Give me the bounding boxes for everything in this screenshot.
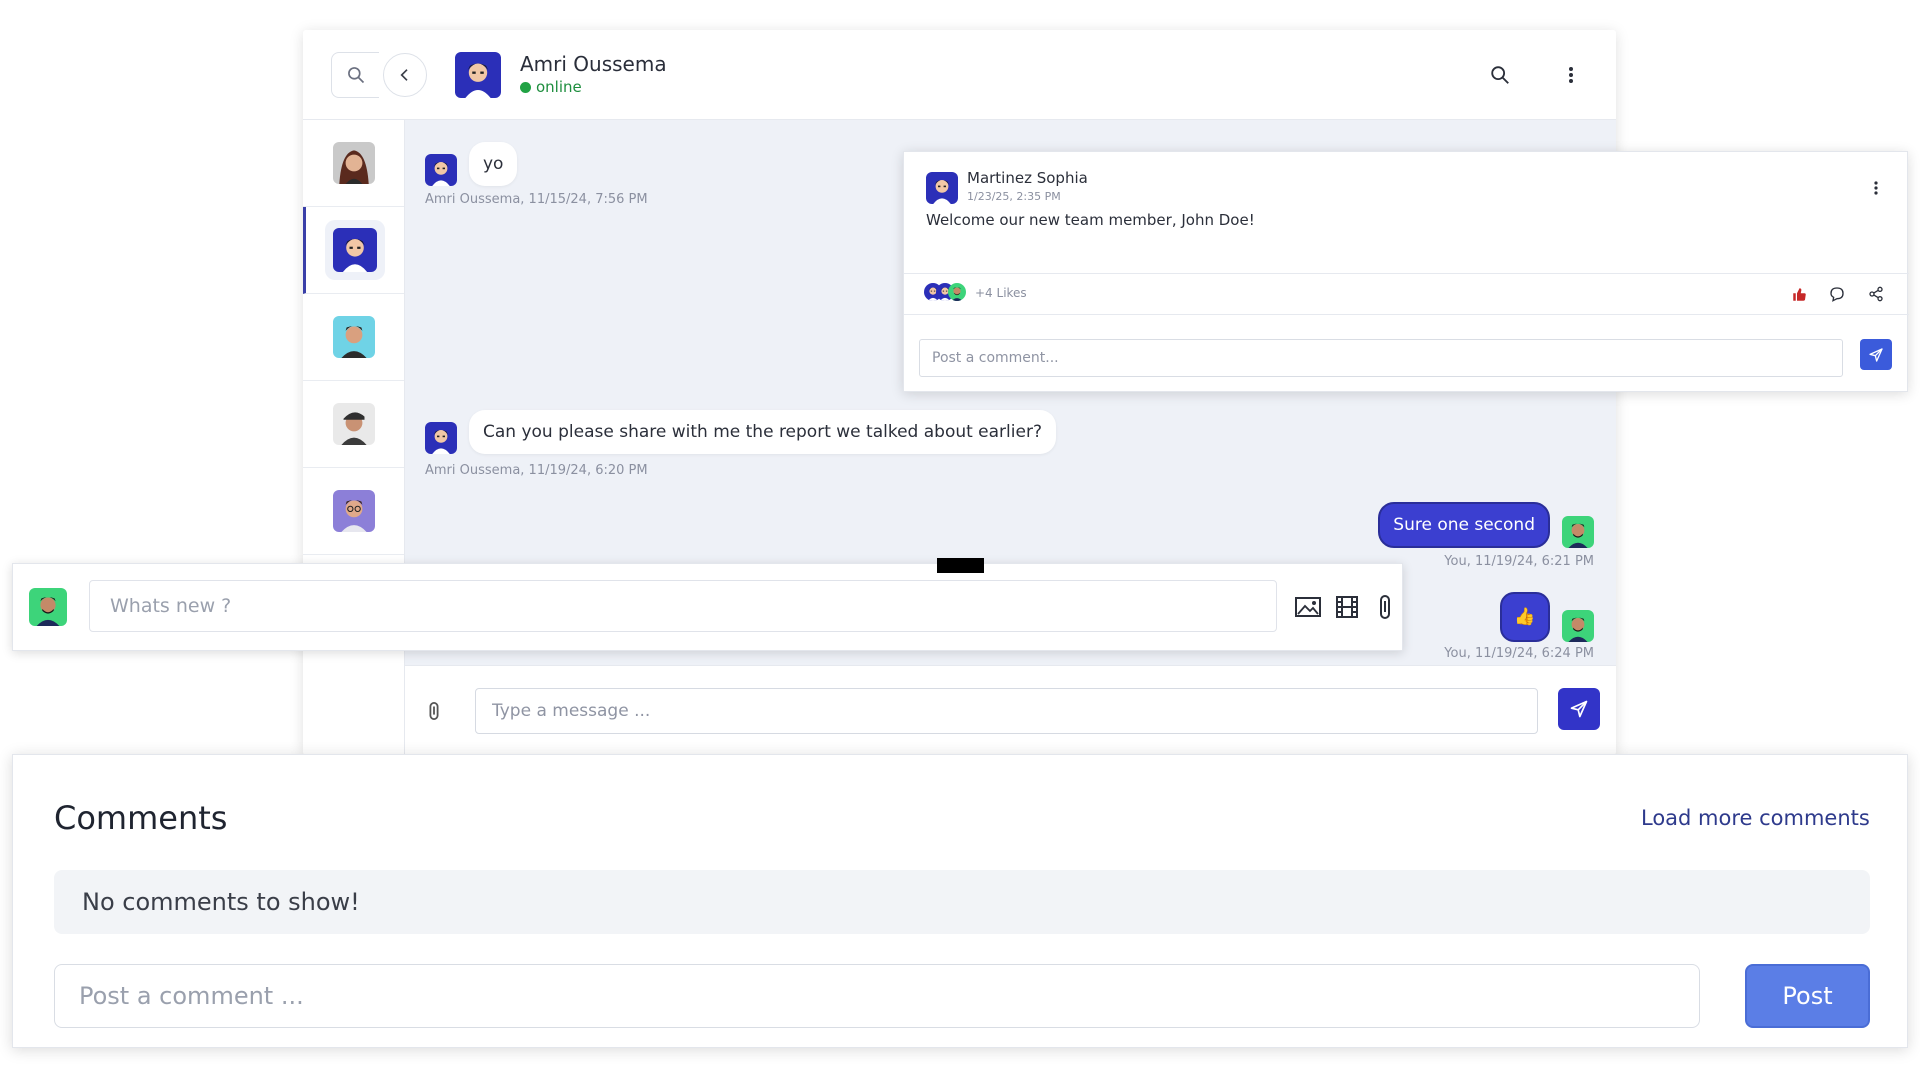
search-icon bbox=[1491, 66, 1509, 84]
comment-button[interactable] bbox=[1826, 283, 1848, 305]
more-vertical-icon bbox=[1569, 67, 1573, 83]
message-input[interactable] bbox=[475, 688, 1538, 734]
send-icon bbox=[1570, 700, 1588, 718]
conversation-sidebar bbox=[303, 120, 405, 755]
message-incoming: Can you please share with me the report … bbox=[425, 410, 1056, 454]
conversation-item[interactable] bbox=[303, 468, 404, 555]
message-outgoing: Sure one second bbox=[1378, 502, 1594, 548]
comments-panel: Comments Load more comments No comments … bbox=[12, 754, 1908, 1048]
message-incoming: yo bbox=[425, 142, 518, 186]
divider bbox=[904, 273, 1909, 274]
drag-handle[interactable] bbox=[937, 558, 984, 573]
avatar bbox=[333, 142, 375, 184]
new-post-composer bbox=[12, 558, 1403, 651]
add-image-button[interactable] bbox=[1294, 594, 1322, 620]
search-toggle-button[interactable] bbox=[331, 52, 379, 98]
new-post-input[interactable] bbox=[89, 580, 1277, 632]
image-icon bbox=[1295, 597, 1321, 617]
conversation-item[interactable] bbox=[303, 294, 404, 381]
attach-button[interactable] bbox=[423, 698, 445, 724]
contact-avatar bbox=[455, 52, 501, 98]
post-author: Martinez Sophia bbox=[967, 169, 1088, 187]
post-menu-button[interactable] bbox=[1866, 176, 1886, 200]
avatar bbox=[1562, 610, 1594, 642]
message-meta: You, 11/19/24, 6:24 PM bbox=[1444, 646, 1594, 661]
conversation-item[interactable] bbox=[303, 120, 404, 207]
message-meta: You, 11/19/24, 6:21 PM bbox=[1444, 554, 1594, 569]
conversation-item[interactable] bbox=[303, 381, 404, 468]
post-date: 1/23/25, 2:35 PM bbox=[967, 190, 1061, 203]
contact-status-label: online bbox=[536, 78, 582, 96]
chat-header: Amri Oussema online bbox=[303, 30, 1616, 120]
message-outgoing: 👍 bbox=[1500, 592, 1594, 642]
message-meta: Amri Oussema, 11/15/24, 7:56 PM bbox=[425, 192, 648, 207]
share-icon bbox=[1869, 286, 1883, 302]
post-card: Martinez Sophia 1/23/25, 2:35 PM Welcome… bbox=[903, 151, 1909, 392]
message-bubble: Can you please share with me the report … bbox=[469, 410, 1056, 454]
conversation-item-active[interactable] bbox=[303, 207, 404, 294]
contact-name: Amri Oussema bbox=[520, 52, 667, 76]
attach-file-button[interactable] bbox=[1374, 593, 1396, 621]
paperclip-icon bbox=[1380, 595, 1390, 619]
like-button[interactable] bbox=[1788, 283, 1810, 305]
online-dot-icon bbox=[520, 81, 531, 93]
message-bubble: Sure one second bbox=[1378, 502, 1550, 548]
film-icon bbox=[1336, 596, 1358, 618]
load-more-comments-link[interactable]: Load more comments bbox=[1641, 806, 1870, 830]
avatar bbox=[425, 154, 457, 186]
active-avatar-wrap bbox=[325, 220, 385, 280]
message-meta: Amri Oussema, 11/19/24, 6:20 PM bbox=[425, 463, 648, 478]
add-video-button[interactable] bbox=[1333, 593, 1361, 621]
chat-menu-button[interactable] bbox=[1556, 58, 1586, 92]
message-bubble: yo bbox=[469, 142, 518, 186]
post-author-avatar bbox=[926, 172, 958, 204]
post-text: Welcome our new team member, John Doe! bbox=[926, 211, 1255, 229]
liker-avatars bbox=[924, 283, 974, 303]
chat-bubble-icon bbox=[1830, 287, 1844, 302]
avatar bbox=[333, 403, 375, 445]
chat-search-button[interactable] bbox=[1483, 58, 1517, 92]
comment-input[interactable] bbox=[54, 964, 1700, 1028]
avatar bbox=[948, 283, 966, 301]
comments-title: Comments bbox=[54, 799, 228, 837]
paperclip-icon bbox=[429, 702, 439, 720]
avatar bbox=[425, 422, 457, 454]
likes-count[interactable]: +4 Likes bbox=[975, 286, 1027, 300]
search-icon bbox=[347, 67, 364, 84]
avatar bbox=[1562, 516, 1594, 548]
back-button[interactable] bbox=[383, 53, 427, 97]
thumbs-up-icon bbox=[1792, 287, 1806, 301]
avatar bbox=[333, 490, 375, 532]
share-button[interactable] bbox=[1865, 283, 1887, 305]
post-comment-button[interactable]: Post bbox=[1745, 964, 1870, 1028]
message-bubble: 👍 bbox=[1500, 592, 1550, 642]
user-avatar bbox=[29, 588, 67, 626]
post-comment-send-button[interactable] bbox=[1860, 339, 1892, 370]
post-comment-input[interactable] bbox=[919, 339, 1843, 377]
chevron-left-icon bbox=[400, 69, 408, 81]
divider bbox=[904, 314, 1909, 315]
contact-status: online bbox=[520, 78, 582, 96]
message-composer bbox=[405, 665, 1616, 755]
more-vertical-icon bbox=[1874, 181, 1878, 195]
send-button[interactable] bbox=[1558, 688, 1600, 730]
send-icon bbox=[1869, 347, 1883, 362]
avatar bbox=[333, 228, 377, 272]
avatar bbox=[333, 316, 375, 358]
empty-comments-notice: No comments to show! bbox=[54, 870, 1870, 934]
